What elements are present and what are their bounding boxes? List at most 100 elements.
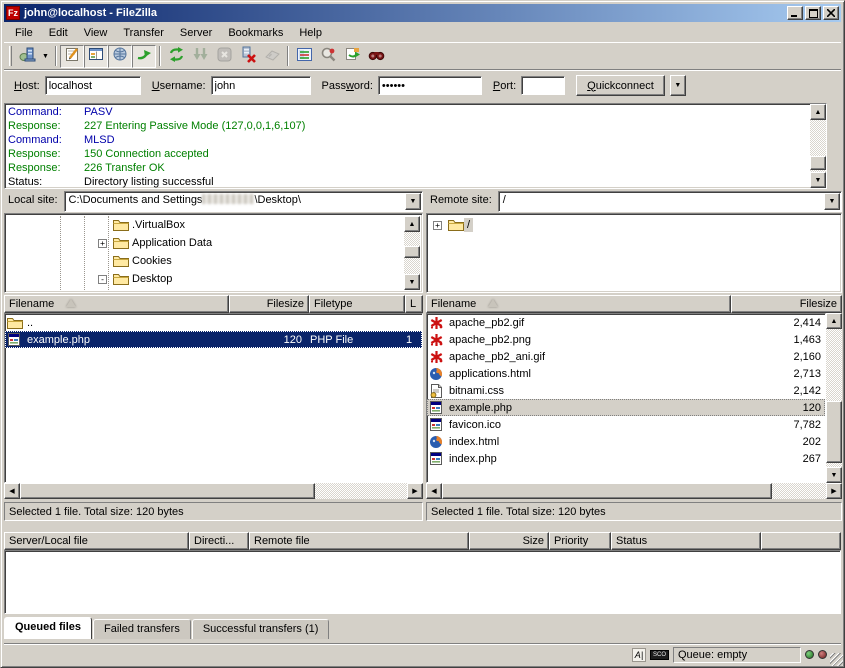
file-row[interactable]: index.php 267 — [427, 450, 825, 467]
column-header-filename[interactable]: Filename — [4, 295, 229, 313]
tree-item[interactable]: + Application Data — [7, 234, 420, 252]
file-row-parent-dir[interactable]: .. — [5, 314, 422, 331]
maximize-button[interactable] — [805, 6, 821, 20]
toolbar-separator — [287, 46, 289, 66]
disconnect-button[interactable] — [236, 45, 260, 68]
log-scrollbar[interactable]: ▲ ▼ — [810, 104, 826, 188]
password-input[interactable] — [378, 76, 482, 95]
toggle-message-log-button[interactable] — [60, 45, 84, 68]
file-row[interactable]: applications.html 2,713 — [427, 365, 825, 382]
cancel-operation-button[interactable] — [212, 45, 236, 68]
file-name: index.html — [445, 436, 729, 448]
menu-transfer[interactable]: Transfer — [116, 25, 171, 41]
tree-item[interactable]: .VirtualBox — [7, 216, 420, 234]
remote-hscrollbar[interactable]: ◀ ▶ — [426, 483, 842, 499]
toggle-local-tree-button[interactable] — [84, 45, 108, 68]
file-row[interactable]: index.html 202 — [427, 433, 825, 450]
close-button[interactable] — [823, 6, 839, 20]
chevron-down-icon[interactable]: ▼ — [824, 193, 840, 210]
file-name: apache_pb2.gif — [445, 317, 728, 329]
column-header-remote-file[interactable]: Remote file — [249, 532, 469, 550]
scroll-right-icon[interactable]: ▶ — [407, 483, 423, 499]
tree-item[interactable]: + / — [429, 216, 839, 234]
folder-icon — [113, 272, 129, 286]
log-label: Command: — [8, 105, 84, 119]
local-site-label: Local site: — [4, 191, 64, 212]
reconnect-button[interactable] — [260, 45, 284, 68]
toggle-remote-tree-button[interactable] — [108, 45, 132, 68]
tab-queued-files[interactable]: Queued files — [4, 617, 92, 639]
php-file-icon — [429, 401, 445, 415]
remote-site-combobox[interactable]: / ▼ — [498, 191, 842, 212]
directory-comparison-button[interactable] — [316, 45, 340, 68]
column-header-last-modified[interactable]: L — [405, 295, 423, 313]
column-header-priority[interactable]: Priority — [549, 532, 611, 550]
minimize-button[interactable] — [787, 6, 803, 20]
remote-tree: + / — [426, 213, 842, 293]
host-input[interactable] — [45, 76, 141, 95]
apache-image-icon — [429, 350, 445, 364]
process-queue-button[interactable] — [188, 45, 212, 68]
scroll-left-icon[interactable]: ◀ — [4, 483, 20, 499]
quickconnect-dropdown[interactable]: ▼ — [670, 75, 686, 96]
file-row[interactable]: bitnami.css 2,142 — [427, 382, 825, 399]
local-hscrollbar[interactable]: ◀ ▶ — [4, 483, 423, 499]
tab-failed-transfers[interactable]: Failed transfers — [93, 619, 191, 639]
tree-item[interactable]: Cookies — [7, 252, 420, 270]
refresh-button[interactable] — [164, 45, 188, 68]
file-row-selected[interactable]: example.php 120 — [427, 399, 825, 416]
file-row[interactable]: apache_pb2_ani.gif 2,160 — [427, 348, 825, 365]
site-manager-dropdown[interactable]: ▼ — [39, 46, 52, 67]
column-header-server-local-file[interactable]: Server/Local file — [4, 532, 189, 550]
scroll-up-icon[interactable]: ▲ — [404, 216, 420, 232]
port-input[interactable] — [521, 76, 565, 95]
file-row-selected[interactable]: example.php 120 PHP File 1 — [5, 331, 422, 348]
find-files-button[interactable] — [364, 45, 388, 68]
resize-grip[interactable] — [830, 653, 843, 666]
scroll-up-icon[interactable]: ▲ — [826, 313, 842, 329]
scroll-up-icon[interactable]: ▲ — [810, 104, 826, 120]
column-header-direction[interactable]: Directi... — [189, 532, 249, 550]
username-input[interactable] — [211, 76, 311, 95]
scroll-down-icon[interactable]: ▼ — [810, 172, 826, 188]
scroll-down-icon[interactable]: ▼ — [404, 274, 420, 290]
menu-bookmarks[interactable]: Bookmarks — [221, 25, 290, 41]
column-header-size[interactable]: Size — [469, 532, 549, 550]
tab-successful-transfers[interactable]: Successful transfers (1) — [192, 619, 330, 639]
folder-icon — [7, 316, 23, 330]
quickconnect-button[interactable]: Quickconnect — [576, 75, 665, 96]
file-row[interactable]: favicon.ico 7,782 — [427, 416, 825, 433]
scroll-down-icon[interactable]: ▼ — [826, 467, 842, 483]
menu-view[interactable]: View — [77, 25, 115, 41]
menu-help[interactable]: Help — [292, 25, 329, 41]
site-manager-button[interactable] — [15, 45, 39, 68]
scroll-right-icon[interactable]: ▶ — [826, 483, 842, 499]
tree-item[interactable]: - Desktop — [7, 270, 420, 288]
column-header-status[interactable]: Status — [611, 532, 761, 550]
collapse-icon[interactable]: - — [98, 275, 107, 284]
file-modified: 1 — [402, 334, 422, 346]
menu-edit[interactable]: Edit — [42, 25, 75, 41]
toggle-queue-button[interactable] — [132, 45, 156, 68]
column-header-filetype[interactable]: Filetype — [309, 295, 405, 313]
column-header-filename[interactable]: Filename — [426, 295, 731, 313]
cancel-icon — [216, 46, 233, 66]
menu-file[interactable]: File — [8, 25, 40, 41]
local-site-combobox[interactable]: C:\Documents and Settings\Desktop\ ▼ — [64, 191, 423, 212]
chevron-down-icon[interactable]: ▼ — [405, 193, 421, 210]
sort-ascending-icon — [66, 299, 76, 307]
local-tree-scrollbar[interactable]: ▲ ▼ — [404, 216, 420, 290]
expand-icon[interactable]: + — [98, 239, 107, 248]
filter-button[interactable] — [292, 45, 316, 68]
file-row[interactable]: apache_pb2.png 1,463 — [427, 331, 825, 348]
file-name: index.php — [445, 453, 729, 465]
menu-bar: File Edit View Transfer Server Bookmarks… — [4, 23, 841, 42]
menu-server[interactable]: Server — [173, 25, 219, 41]
expand-icon[interactable]: + — [433, 221, 442, 230]
synchronized-browsing-button[interactable] — [340, 45, 364, 68]
column-header-filesize[interactable]: Filesize — [731, 295, 842, 313]
column-header-filesize[interactable]: Filesize — [229, 295, 309, 313]
scroll-left-icon[interactable]: ◀ — [426, 483, 442, 499]
file-row[interactable]: apache_pb2.gif 2,414 — [427, 314, 825, 331]
remote-vscrollbar[interactable]: ▲ ▼ — [826, 313, 842, 483]
